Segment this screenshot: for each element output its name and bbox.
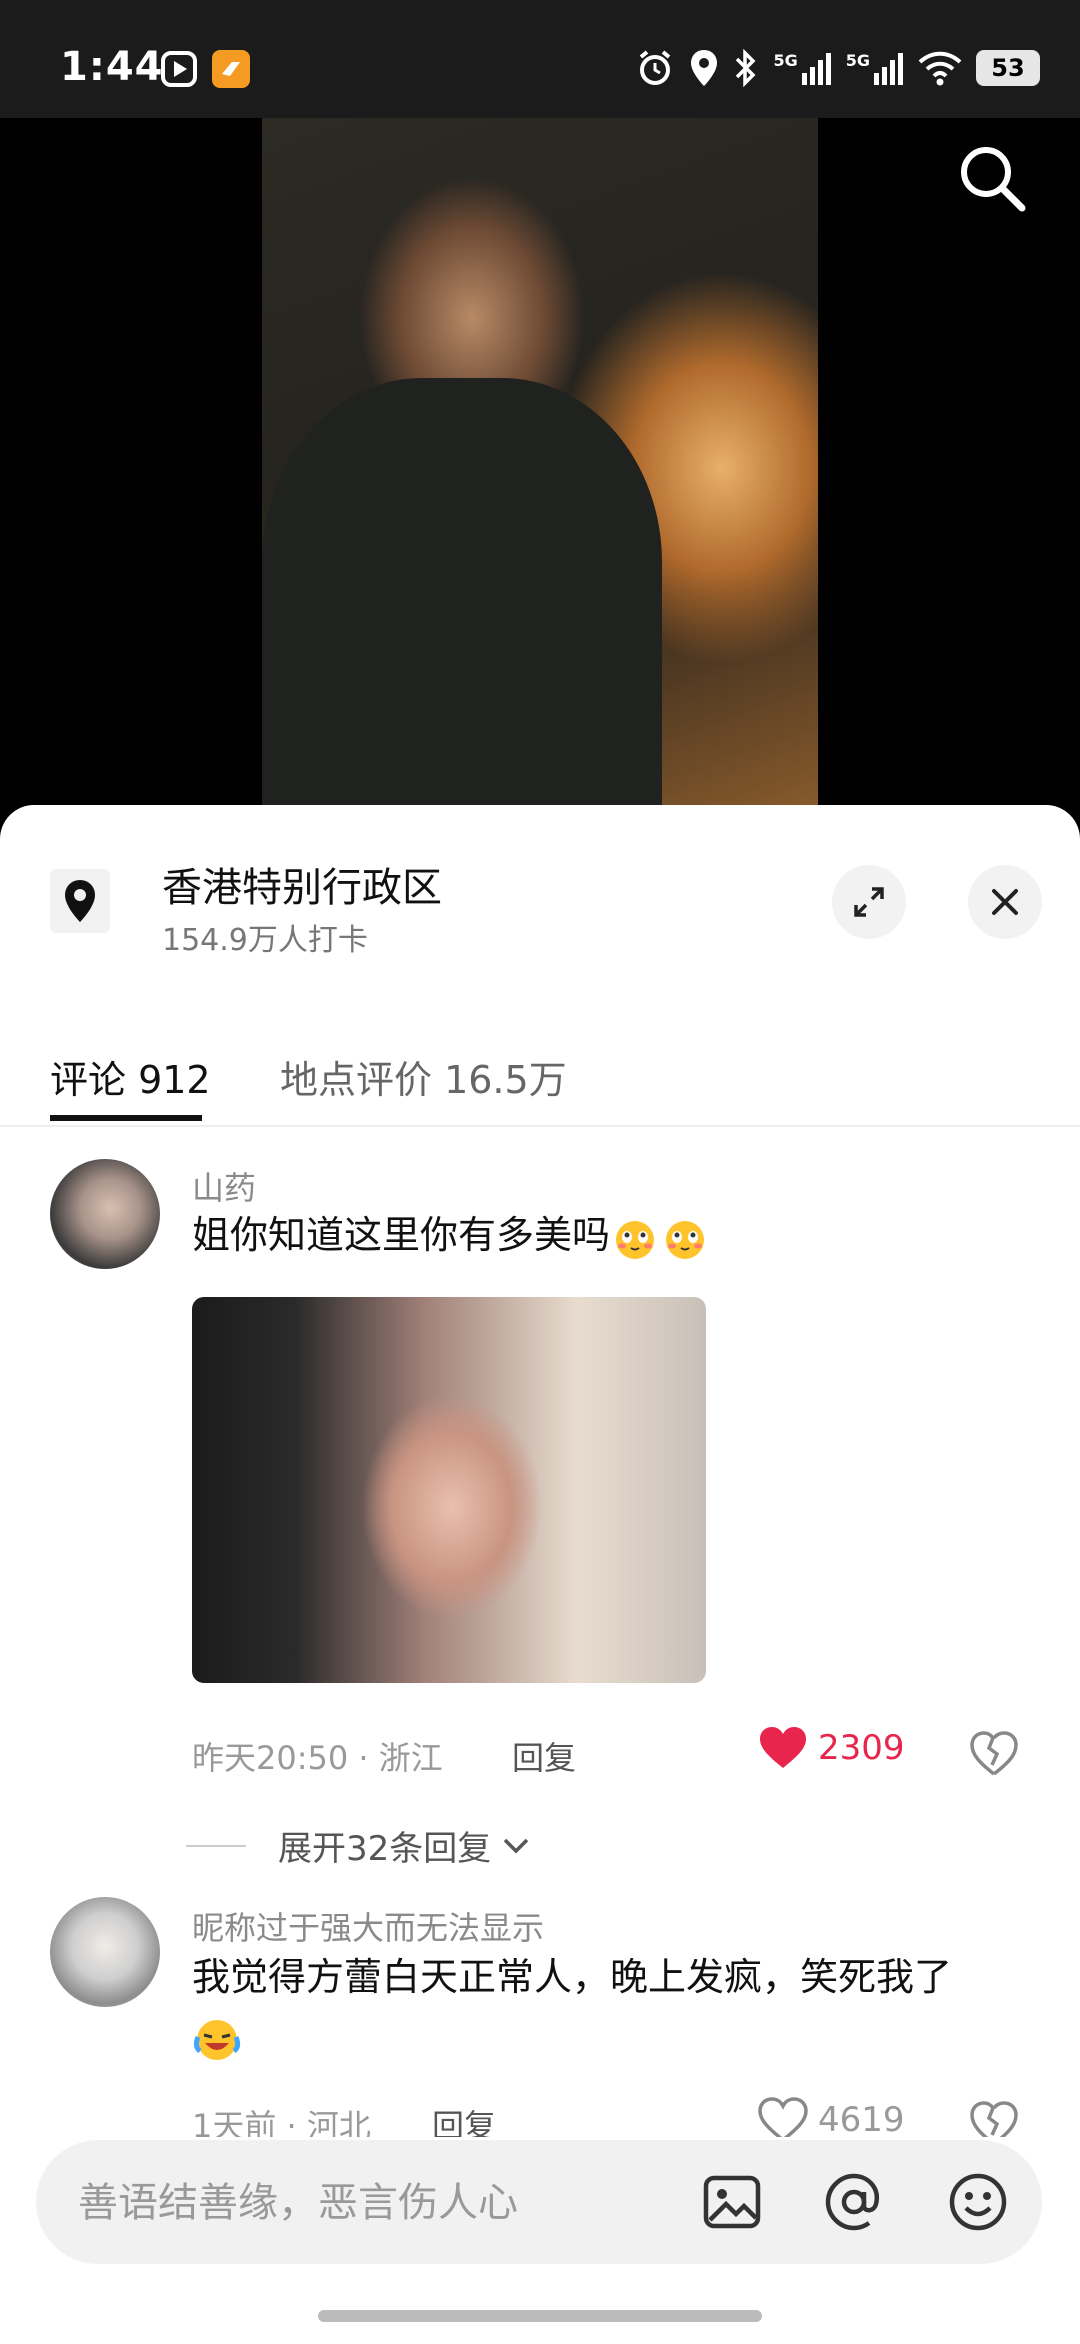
comment-image[interactable]: [192, 1297, 706, 1683]
home-indicator[interactable]: [318, 2310, 762, 2322]
emoji-icon[interactable]: [946, 2170, 1010, 2234]
bluetooth-icon: [736, 48, 756, 88]
like-count: 4619: [818, 2100, 905, 2137]
comment-item: 昵称过于强大而无法显示 我觉得方蕾白天正常人，晚上发疯，笑死我了 1天前 · 河…: [0, 1897, 1080, 2137]
avatar[interactable]: [50, 1159, 160, 1269]
dislike-icon[interactable]: [968, 2097, 1020, 2137]
status-bar: 1:44 5G 5G 53: [0, 0, 1080, 118]
blush-emoji-icon: [616, 1220, 655, 1259]
tab-place-reviews[interactable]: 地点评价 16.5万: [280, 1049, 567, 1104]
comment-sheet: 香港特别行政区 154.9万人打卡 评论 912 地点评价 16.5万 山药 姐…: [0, 805, 1080, 2344]
comment-input-bar: [36, 2140, 1042, 2264]
blush-emoji-icon-2: [666, 1220, 705, 1259]
app-notification-icon: [212, 50, 250, 88]
heart-filled-icon: [760, 1727, 806, 1768]
comment-input[interactable]: [76, 2170, 640, 2236]
location-checkins: 154.9万人打卡: [162, 923, 368, 958]
location-pin-icon: [50, 869, 110, 933]
comment-text: 姐你知道这里你有多美吗: [192, 1205, 1032, 1265]
comment-meta: 昨天20:50 · 浙江: [192, 1739, 443, 1777]
mention-icon[interactable]: [822, 2170, 886, 2234]
battery-indicator: 53: [976, 50, 1040, 86]
search-icon[interactable]: [954, 140, 1030, 216]
heart-outline-icon: [758, 2097, 808, 2137]
tab-active-indicator: [50, 1115, 202, 1121]
close-button[interactable]: [968, 865, 1042, 939]
location-title[interactable]: 香港特别行政区: [162, 855, 442, 913]
play-icon: [161, 51, 197, 87]
reply-button[interactable]: 回复: [432, 2101, 496, 2137]
avatar[interactable]: [50, 1897, 160, 2007]
reply-button[interactable]: 回复: [512, 1733, 576, 1779]
expand-button[interactable]: [832, 865, 906, 939]
comment-text: 我觉得方蕾白天正常人，晚上发疯，笑死我了: [192, 1947, 1032, 2067]
status-time: 1:44: [60, 44, 164, 90]
like-count: 2309: [818, 1728, 905, 1768]
network-2-label: 5G: [845, 51, 870, 70]
network-1-label: 5G: [773, 51, 798, 70]
like-button[interactable]: 4619: [758, 2097, 905, 2137]
expand-replies-button[interactable]: 展开32条回复: [186, 1821, 531, 1870]
dislike-icon[interactable]: [968, 1727, 1020, 1779]
comment-meta: 1天前 · 河北: [192, 2107, 371, 2137]
comment-username[interactable]: 山药: [192, 1163, 256, 1209]
chevron-down-icon: [504, 1838, 529, 1853]
comment-username[interactable]: 昵称过于强大而无法显示: [192, 1903, 544, 1949]
comment-text-body: 我觉得方蕾白天正常人，晚上发疯，笑死我了: [192, 1955, 953, 1999]
wifi-icon: [918, 51, 962, 86]
expand-divider: [186, 1844, 246, 1847]
tab-comments[interactable]: 评论 912: [50, 1049, 211, 1104]
expand-replies-label: 展开32条回复: [278, 1829, 492, 1869]
location-icon: [691, 50, 718, 86]
expand-icon: [854, 887, 884, 917]
image-icon[interactable]: [700, 2170, 764, 2234]
photo-figure: [262, 378, 662, 818]
signal-1-icon: [801, 53, 831, 85]
comment-text-body: 姐你知道这里你有多美吗: [192, 1213, 611, 1257]
like-button[interactable]: 2309: [758, 1725, 905, 1771]
alarm-icon: [640, 50, 671, 85]
video-frame[interactable]: [262, 118, 818, 818]
close-icon: [992, 889, 1018, 915]
laughing-crying-emoji-icon: [193, 2019, 241, 2060]
signal-2-icon: [874, 53, 903, 85]
tab-bar: 评论 912 地点评价 16.5万: [0, 1025, 1080, 1127]
